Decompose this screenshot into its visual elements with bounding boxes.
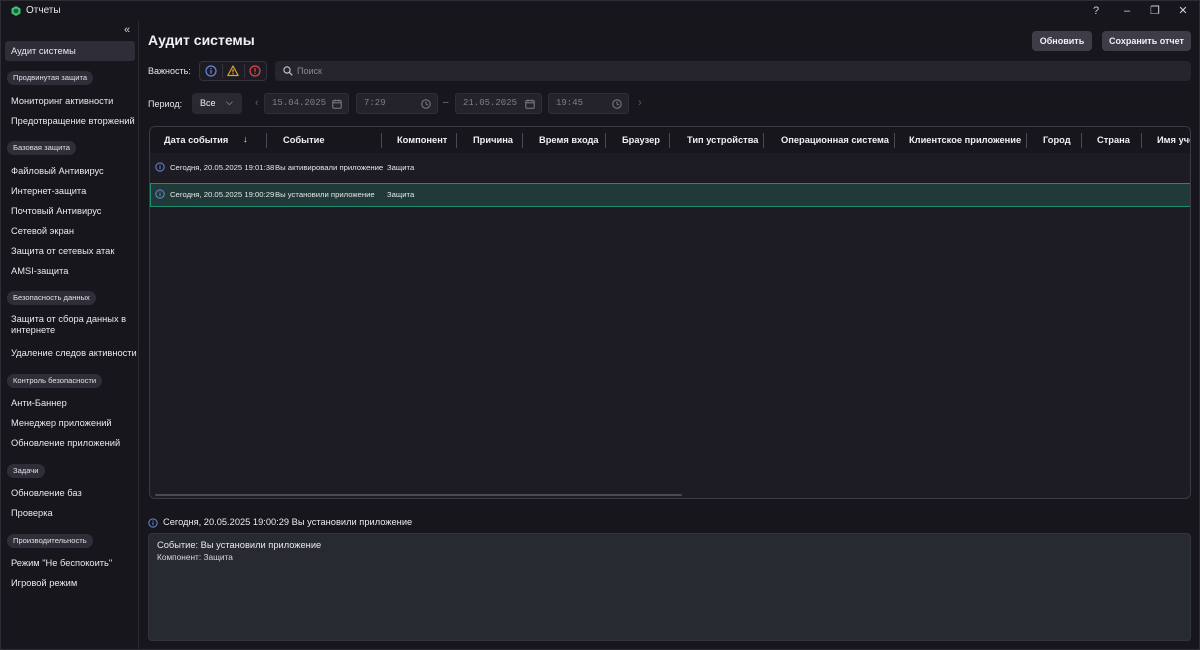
period-next-arrow[interactable]: ›: [638, 97, 642, 109]
cell-date: Сегодня, 20.05.2025 19:01:38: [170, 163, 275, 172]
sidebar-group-data: Безопасность данных: [7, 291, 96, 305]
restore-button[interactable]: ❐: [1140, 3, 1170, 19]
column-header-reason[interactable]: Причина: [473, 135, 513, 145]
title-bar: Отчеты ? – ❐ ✕: [1, 1, 1200, 21]
time-from-value: 7:29: [364, 98, 386, 108]
sidebar-item-antibanner[interactable]: Анти-Баннер: [5, 393, 135, 413]
sidebar-item-intrusion[interactable]: Предотвращение вторжений: [5, 111, 135, 131]
calendar-icon: [332, 99, 342, 109]
cell-event: Вы установили приложение: [275, 190, 375, 199]
sidebar-item-amsi[interactable]: AMSI-защита: [5, 261, 135, 281]
detail-event-line: Событие: Вы установили приложение: [157, 540, 322, 550]
table-row-selected[interactable]: Сегодня, 20.05.2025 19:00:29 Вы установи…: [150, 183, 1190, 207]
collapse-sidebar-icon[interactable]: «: [120, 24, 134, 36]
sidebar: « Аудит системы Продвинутая защита Монит…: [1, 21, 139, 650]
sidebar-group-base: Базовая защита: [7, 141, 76, 155]
column-header-device-type[interactable]: Тип устройства: [687, 135, 758, 145]
sidebar-item-file-av[interactable]: Файловый Антивирус: [5, 161, 135, 181]
column-header-date[interactable]: Дата события: [164, 135, 228, 145]
severity-error-toggle[interactable]: [244, 62, 266, 80]
time-from-field[interactable]: 7:29: [356, 93, 438, 114]
period-select[interactable]: Все ⌵: [192, 93, 242, 114]
severity-warning-toggle[interactable]: [222, 62, 244, 80]
close-button[interactable]: ✕: [1168, 3, 1198, 19]
column-header-client-app[interactable]: Клиентское приложение: [909, 135, 1021, 145]
sidebar-item-traces[interactable]: Удаление следов активности: [5, 343, 137, 363]
severity-info-toggle[interactable]: [200, 62, 222, 80]
sidebar-item-data-collection[interactable]: Защита от сбора данных в интернете: [5, 311, 135, 339]
column-header-component[interactable]: Компонент: [397, 135, 447, 145]
horizontal-scrollbar[interactable]: [155, 494, 682, 496]
sidebar-item-audit[interactable]: Аудит системы: [5, 41, 135, 61]
column-header-country[interactable]: Страна: [1097, 135, 1130, 145]
sidebar-group-advanced: Продвинутая защита: [7, 71, 94, 85]
info-icon: [155, 162, 165, 172]
column-header-city[interactable]: Город: [1043, 135, 1071, 145]
clock-icon: [612, 99, 622, 109]
period-prev-arrow[interactable]: ‹: [255, 97, 259, 109]
column-header-browser[interactable]: Браузер: [622, 135, 660, 145]
cell-component: Защита: [387, 163, 415, 172]
table-row[interactable]: Сегодня, 20.05.2025 19:01:38 Вы активиро…: [150, 156, 1190, 180]
info-icon: [155, 189, 165, 199]
time-to-field[interactable]: 19:45: [548, 93, 629, 114]
column-header-os[interactable]: Операционная система: [781, 135, 889, 145]
date-to-value: 21.05.2025: [463, 98, 518, 108]
sidebar-item-web[interactable]: Интернет-защита: [5, 181, 135, 201]
column-header-login-time[interactable]: Время входа: [539, 135, 599, 145]
sidebar-item-monitoring[interactable]: Мониторинг активности: [5, 91, 135, 111]
search-input[interactable]: [297, 61, 1177, 81]
info-icon: [205, 65, 217, 77]
events-table: Дата события ↓ Событие Компонент Причина…: [149, 126, 1191, 499]
cell-event: Вы активировали приложение: [275, 163, 384, 172]
save-report-button[interactable]: Сохранить отчет: [1102, 31, 1191, 51]
date-from-field[interactable]: 15.04.2025: [264, 93, 349, 114]
sidebar-group-performance: Производительность: [7, 534, 93, 548]
sidebar-item-db-update[interactable]: Обновление баз: [5, 483, 135, 503]
sidebar-item-net-attacks[interactable]: Защита от сетевых атак: [5, 241, 135, 261]
sidebar-item-game[interactable]: Игровой режим: [5, 573, 135, 593]
app-logo-icon: [11, 6, 21, 16]
detail-component-line: Компонент: Защита: [157, 552, 233, 562]
period-select-value: Все: [200, 98, 216, 108]
table-header: Дата события ↓ Событие Компонент Причина…: [150, 127, 1190, 153]
minimize-button[interactable]: –: [1112, 3, 1142, 19]
sidebar-item-app-manager[interactable]: Менеджер приложений: [5, 413, 135, 433]
sidebar-group-control: Контроль безопасности: [7, 374, 103, 388]
severity-filter: [199, 61, 267, 81]
clock-icon: [421, 99, 431, 109]
info-icon: [148, 518, 158, 528]
search-icon: [283, 66, 293, 76]
column-header-username[interactable]: Имя уче: [1157, 135, 1190, 145]
calendar-icon: [525, 99, 535, 109]
chevron-down-icon: ⌵: [226, 97, 233, 107]
app-window: Отчеты ? – ❐ ✕ « Аудит системы Продвинут…: [0, 0, 1200, 650]
column-header-event[interactable]: Событие: [283, 135, 325, 145]
warning-icon: [227, 65, 239, 77]
sidebar-item-dnd[interactable]: Режим "Не беспокоить": [5, 553, 135, 573]
sidebar-item-app-update[interactable]: Обновление приложений: [5, 433, 135, 453]
sidebar-item-scan[interactable]: Проверка: [5, 503, 135, 523]
search-box: [275, 61, 1191, 81]
page-title: Аудит системы: [148, 32, 255, 48]
severity-label: Важность:: [148, 66, 191, 76]
date-from-value: 15.04.2025: [272, 98, 327, 108]
error-icon: [249, 65, 261, 77]
sidebar-item-firewall[interactable]: Сетевой экран: [5, 221, 135, 241]
date-to-field[interactable]: 21.05.2025: [455, 93, 542, 114]
detail-panel: Событие: Вы установили приложение Компон…: [148, 533, 1191, 641]
time-to-value: 19:45: [556, 98, 584, 108]
refresh-button[interactable]: Обновить: [1032, 31, 1092, 51]
period-label: Период:: [148, 99, 183, 109]
sidebar-item-mail-av[interactable]: Почтовый Антивирус: [5, 201, 135, 221]
detail-heading-text: Сегодня, 20.05.2025 19:00:29 Вы установи…: [163, 517, 413, 527]
window-title: Отчеты: [26, 5, 61, 16]
cell-component: Защита: [387, 190, 415, 199]
cell-date: Сегодня, 20.05.2025 19:00:29: [170, 190, 275, 199]
period-dash: –: [443, 97, 449, 108]
sidebar-group-tasks: Задачи: [7, 464, 45, 478]
sort-desc-icon[interactable]: ↓: [243, 134, 248, 144]
help-button[interactable]: ?: [1081, 3, 1111, 19]
